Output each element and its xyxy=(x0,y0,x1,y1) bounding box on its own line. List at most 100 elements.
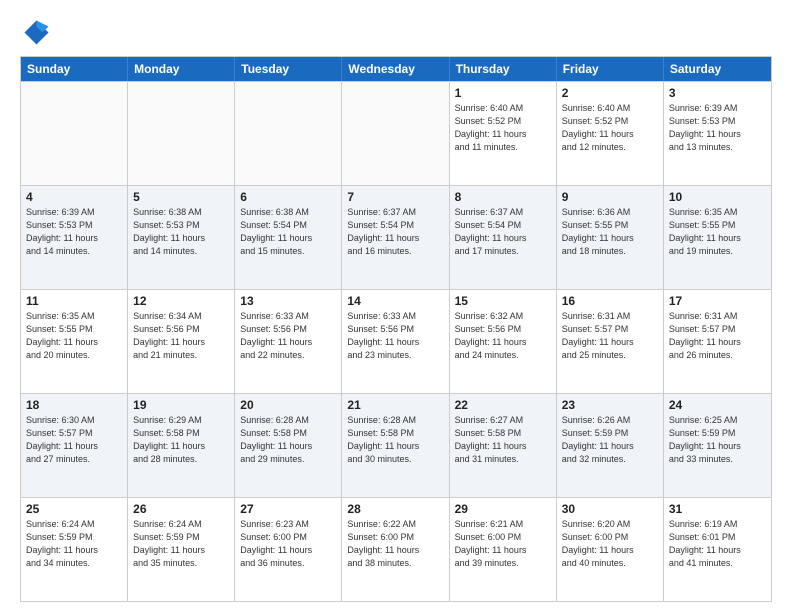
calendar-week: 11 Sunrise: 6:35 AM Sunset: 5:55 PM Dayli… xyxy=(21,289,771,393)
day-number: 26 xyxy=(133,502,229,516)
calendar-day: 21 Sunrise: 6:28 AM Sunset: 5:58 PM Dayli… xyxy=(342,394,449,497)
calendar-day: 11 Sunrise: 6:35 AM Sunset: 5:55 PM Dayli… xyxy=(21,290,128,393)
calendar-day: 23Sunrise: 6:26 AM Sunset: 5:59 PM Dayli… xyxy=(557,394,664,497)
calendar-day: 20 Sunrise: 6:28 AM Sunset: 5:58 PM Dayli… xyxy=(235,394,342,497)
day-number: 9 xyxy=(562,190,658,204)
weekday-header: Monday xyxy=(128,57,235,81)
calendar-day: 14Sunrise: 6:33 AM Sunset: 5:56 PM Dayli… xyxy=(342,290,449,393)
day-number: 22 xyxy=(455,398,551,412)
calendar-day: 8 Sunrise: 6:37 AM Sunset: 5:54 PM Daylig… xyxy=(450,186,557,289)
calendar-day: 10 Sunrise: 6:35 AM Sunset: 5:55 PM Dayli… xyxy=(664,186,771,289)
day-info: Sunrise: 6:38 AM Sunset: 5:53 PM Dayligh… xyxy=(133,206,229,258)
calendar-day: 18 Sunrise: 6:30 AM Sunset: 5:57 PM Dayli… xyxy=(21,394,128,497)
calendar-day: 24 Sunrise: 6:25 AM Sunset: 5:59 PM Dayli… xyxy=(664,394,771,497)
calendar-day: 26 Sunrise: 6:24 AM Sunset: 5:59 PM Dayli… xyxy=(128,498,235,601)
weekday-header: Friday xyxy=(557,57,664,81)
day-info: Sunrise: 6:19 AM Sunset: 6:01 PM Dayligh… xyxy=(669,518,766,570)
calendar-day: 12 Sunrise: 6:34 AM Sunset: 5:56 PM Dayli… xyxy=(128,290,235,393)
day-info: Sunrise: 6:40 AM Sunset: 5:52 PM Dayligh… xyxy=(455,102,551,154)
weekday-header: Wednesday xyxy=(342,57,449,81)
logo-icon xyxy=(20,16,50,46)
day-number: 27 xyxy=(240,502,336,516)
day-number: 8 xyxy=(455,190,551,204)
calendar-day: 27 Sunrise: 6:23 AM Sunset: 6:00 PM Dayli… xyxy=(235,498,342,601)
day-info: Sunrise: 6:37 AM Sunset: 5:54 PM Dayligh… xyxy=(455,206,551,258)
day-info: Sunrise: 6:33 AM Sunset: 5:56 PM Dayligh… xyxy=(347,310,443,362)
day-number: 13 xyxy=(240,294,336,308)
calendar-day: 3 Sunrise: 6:39 AM Sunset: 5:53 PM Daylig… xyxy=(664,82,771,185)
calendar-day: 15 Sunrise: 6:32 AM Sunset: 5:56 PM Dayli… xyxy=(450,290,557,393)
calendar-day: 22Sunrise: 6:27 AM Sunset: 5:58 PM Dayli… xyxy=(450,394,557,497)
day-info: Sunrise: 6:31 AM Sunset: 5:57 PM Dayligh… xyxy=(562,310,658,362)
day-number: 30 xyxy=(562,502,658,516)
day-number: 15 xyxy=(455,294,551,308)
day-info: Sunrise: 6:31 AM Sunset: 5:57 PM Dayligh… xyxy=(669,310,766,362)
calendar-day: 31 Sunrise: 6:19 AM Sunset: 6:01 PM Dayli… xyxy=(664,498,771,601)
calendar-week: 1 Sunrise: 6:40 AM Sunset: 5:52 PM Daylig… xyxy=(21,81,771,185)
calendar-day: 6 Sunrise: 6:38 AM Sunset: 5:54 PM Daylig… xyxy=(235,186,342,289)
calendar-week: 4 Sunrise: 6:39 AM Sunset: 5:53 PM Daylig… xyxy=(21,185,771,289)
day-info: Sunrise: 6:34 AM Sunset: 5:56 PM Dayligh… xyxy=(133,310,229,362)
weekday-header: Tuesday xyxy=(235,57,342,81)
calendar-day: 5Sunrise: 6:38 AM Sunset: 5:53 PM Daylig… xyxy=(128,186,235,289)
weekday-header: Thursday xyxy=(450,57,557,81)
day-number: 10 xyxy=(669,190,766,204)
day-info: Sunrise: 6:35 AM Sunset: 5:55 PM Dayligh… xyxy=(26,310,122,362)
day-number: 21 xyxy=(347,398,443,412)
calendar-day: 19 Sunrise: 6:29 AM Sunset: 5:58 PM Dayli… xyxy=(128,394,235,497)
day-info: Sunrise: 6:24 AM Sunset: 5:59 PM Dayligh… xyxy=(133,518,229,570)
day-info: Sunrise: 6:29 AM Sunset: 5:58 PM Dayligh… xyxy=(133,414,229,466)
day-info: Sunrise: 6:21 AM Sunset: 6:00 PM Dayligh… xyxy=(455,518,551,570)
day-info: Sunrise: 6:35 AM Sunset: 5:55 PM Dayligh… xyxy=(669,206,766,258)
day-number: 2 xyxy=(562,86,658,100)
day-number: 1 xyxy=(455,86,551,100)
calendar-header: SundayMondayTuesdayWednesdayThursdayFrid… xyxy=(21,57,771,81)
day-number: 20 xyxy=(240,398,336,412)
day-info: Sunrise: 6:25 AM Sunset: 5:59 PM Dayligh… xyxy=(669,414,766,466)
day-info: Sunrise: 6:37 AM Sunset: 5:54 PM Dayligh… xyxy=(347,206,443,258)
calendar-body: 1 Sunrise: 6:40 AM Sunset: 5:52 PM Daylig… xyxy=(21,81,771,601)
day-info: Sunrise: 6:39 AM Sunset: 5:53 PM Dayligh… xyxy=(669,102,766,154)
calendar-day: 28 Sunrise: 6:22 AM Sunset: 6:00 PM Dayli… xyxy=(342,498,449,601)
calendar-day: 7 Sunrise: 6:37 AM Sunset: 5:54 PM Daylig… xyxy=(342,186,449,289)
calendar-day: 25 Sunrise: 6:24 AM Sunset: 5:59 PM Dayli… xyxy=(21,498,128,601)
weekday-header: Saturday xyxy=(664,57,771,81)
day-number: 25 xyxy=(26,502,122,516)
day-number: 24 xyxy=(669,398,766,412)
day-info: Sunrise: 6:23 AM Sunset: 6:00 PM Dayligh… xyxy=(240,518,336,570)
day-number: 18 xyxy=(26,398,122,412)
day-info: Sunrise: 6:28 AM Sunset: 5:58 PM Dayligh… xyxy=(240,414,336,466)
day-number: 16 xyxy=(562,294,658,308)
calendar-day: 30Sunrise: 6:20 AM Sunset: 6:00 PM Dayli… xyxy=(557,498,664,601)
page: SundayMondayTuesdayWednesdayThursdayFrid… xyxy=(0,0,792,612)
weekday-header: Sunday xyxy=(21,57,128,81)
logo xyxy=(20,16,54,46)
day-number: 6 xyxy=(240,190,336,204)
calendar: SundayMondayTuesdayWednesdayThursdayFrid… xyxy=(20,56,772,602)
day-info: Sunrise: 6:32 AM Sunset: 5:56 PM Dayligh… xyxy=(455,310,551,362)
day-info: Sunrise: 6:28 AM Sunset: 5:58 PM Dayligh… xyxy=(347,414,443,466)
calendar-day: 4 Sunrise: 6:39 AM Sunset: 5:53 PM Daylig… xyxy=(21,186,128,289)
day-info: Sunrise: 6:30 AM Sunset: 5:57 PM Dayligh… xyxy=(26,414,122,466)
day-number: 19 xyxy=(133,398,229,412)
day-number: 4 xyxy=(26,190,122,204)
day-info: Sunrise: 6:24 AM Sunset: 5:59 PM Dayligh… xyxy=(26,518,122,570)
day-number: 11 xyxy=(26,294,122,308)
day-number: 31 xyxy=(669,502,766,516)
day-info: Sunrise: 6:36 AM Sunset: 5:55 PM Dayligh… xyxy=(562,206,658,258)
calendar-day: 2Sunrise: 6:40 AM Sunset: 5:52 PM Daylig… xyxy=(557,82,664,185)
day-number: 12 xyxy=(133,294,229,308)
day-number: 7 xyxy=(347,190,443,204)
day-number: 3 xyxy=(669,86,766,100)
day-info: Sunrise: 6:22 AM Sunset: 6:00 PM Dayligh… xyxy=(347,518,443,570)
calendar-week: 18 Sunrise: 6:30 AM Sunset: 5:57 PM Dayli… xyxy=(21,393,771,497)
calendar-day: 17 Sunrise: 6:31 AM Sunset: 5:57 PM Dayli… xyxy=(664,290,771,393)
day-number: 28 xyxy=(347,502,443,516)
day-number: 23 xyxy=(562,398,658,412)
calendar-day: 29Sunrise: 6:21 AM Sunset: 6:00 PM Dayli… xyxy=(450,498,557,601)
day-number: 17 xyxy=(669,294,766,308)
header xyxy=(20,16,772,46)
day-info: Sunrise: 6:39 AM Sunset: 5:53 PM Dayligh… xyxy=(26,206,122,258)
day-info: Sunrise: 6:38 AM Sunset: 5:54 PM Dayligh… xyxy=(240,206,336,258)
calendar-empty xyxy=(235,82,342,185)
